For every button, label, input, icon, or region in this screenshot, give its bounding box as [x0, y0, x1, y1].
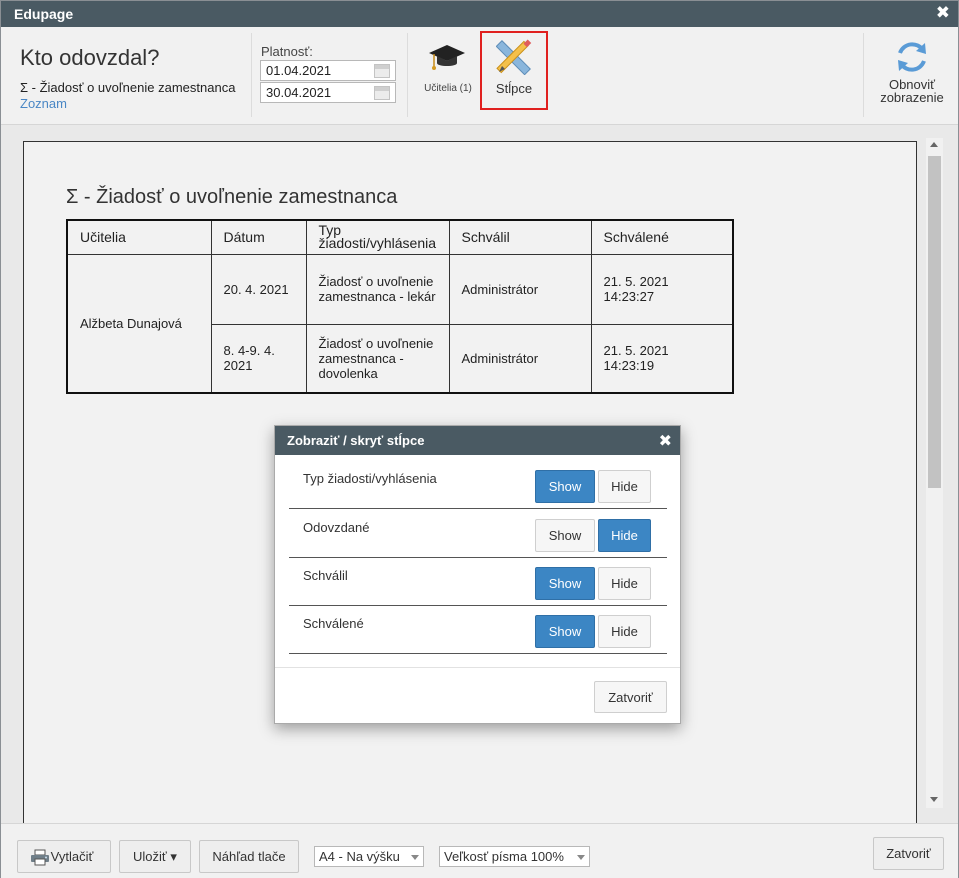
- date-to-field[interactable]: 30.04.2021: [260, 82, 396, 103]
- close-button[interactable]: Zatvoriť: [873, 837, 944, 870]
- page-title: Kto odovzdal?: [20, 45, 160, 70]
- show-button[interactable]: Show: [535, 470, 595, 503]
- scrollbar-thumb[interactable]: [928, 156, 941, 488]
- columns-dialog: Zobraziť / skryť stĺpce ✖ Typ žiadosti/v…: [274, 425, 681, 724]
- ruler-pencil-icon: [496, 39, 532, 75]
- column-toggle-label: Odovzdané: [303, 520, 370, 535]
- printer-icon: [31, 849, 49, 866]
- column-toggle-label: Schválil: [303, 568, 348, 583]
- divider: [863, 33, 864, 117]
- table-row: Alžbeta Dunajová 20. 4. 2021 Žiadosť o u…: [66, 253, 734, 394]
- hide-button[interactable]: Hide: [598, 615, 651, 648]
- list-link[interactable]: Zoznam: [20, 96, 67, 111]
- column-toggle-row: Typ žiadosti/vyhlásenia Show Hide: [289, 460, 667, 509]
- approved-cell: 21. 5. 2021 14:23:27: [590, 253, 734, 325]
- chevron-down-icon: [411, 855, 419, 860]
- print-button[interactable]: Vytlačiť: [17, 840, 111, 873]
- footer-bar: Vytlačiť Uložiť ▾ Náhľad tlače A4 - Na v…: [1, 823, 958, 878]
- column-header-type-line2: žiadosti/vyhlásenia: [318, 235, 437, 252]
- column-header-approver: Schválil: [448, 219, 592, 255]
- save-button[interactable]: Uložiť ▾: [119, 840, 191, 873]
- refresh-label: Obnoviť zobrazenie: [873, 78, 951, 104]
- calendar-icon[interactable]: [374, 64, 390, 78]
- refresh-label-line2: zobrazenie: [880, 90, 944, 105]
- vertical-scrollbar[interactable]: [926, 138, 943, 808]
- column-toggle-label: Typ žiadosti/vyhlásenia: [303, 471, 437, 486]
- close-dialog-icon[interactable]: ✖: [659, 431, 672, 451]
- show-button[interactable]: Show: [535, 615, 595, 648]
- dialog-title: Zobraziť / skryť stĺpce: [287, 433, 425, 448]
- dialog-close-button[interactable]: Zatvoriť: [594, 681, 667, 713]
- column-header-date: Dátum: [210, 219, 307, 255]
- column-toggle-label: Schválené: [303, 616, 364, 631]
- report-table: Učitelia Dátum Typ žiadosti/vyhlásenia Sc…: [66, 219, 734, 394]
- graduation-cap-icon: [429, 45, 465, 70]
- dialog-footer-divider: [275, 667, 680, 668]
- calendar-icon[interactable]: [374, 86, 390, 100]
- refresh-icon: [898, 42, 926, 72]
- scroll-up-icon[interactable]: [930, 142, 938, 147]
- print-preview-button[interactable]: Náhľad tlače: [199, 840, 299, 873]
- column-header-teachers: Učitelia: [66, 219, 212, 255]
- type-cell: Žiadosť o uvoľnenie zamestnanca - lekár: [305, 253, 450, 325]
- page-format-select[interactable]: A4 - Na výšku: [314, 846, 424, 867]
- font-size-value: Veľkosť písma 100%: [444, 849, 564, 864]
- app-window: Edupage ✖ Kto odovzdal? Σ - Žiadosť o uv…: [0, 0, 959, 878]
- validity-label: Platnosť:: [261, 44, 313, 59]
- columns-label: Stĺpce: [495, 81, 533, 96]
- scroll-down-icon[interactable]: [930, 797, 938, 802]
- chevron-down-icon: [577, 855, 585, 860]
- close-window-icon[interactable]: ✖: [936, 4, 950, 22]
- show-button[interactable]: Show: [535, 519, 595, 552]
- date-to-value: 30.04.2021: [266, 85, 332, 100]
- approved-cell: 21. 5. 2021 14:23:19: [590, 323, 734, 394]
- column-header-type: Typ žiadosti/vyhlásenia: [305, 219, 450, 255]
- column-toggle-row: Schválil Show Hide: [289, 557, 667, 606]
- type-cell: Žiadosť o uvoľnenie zamestnanca - dovole…: [305, 323, 450, 394]
- teacher-cell: Alžbeta Dunajová: [66, 253, 212, 394]
- hide-button[interactable]: Hide: [598, 470, 651, 503]
- print-label: Vytlačiť: [50, 849, 94, 864]
- font-size-select[interactable]: Veľkosť písma 100%: [439, 846, 590, 867]
- column-toggle-row: Odovzdané Show Hide: [289, 509, 667, 558]
- report-title: Σ - Žiadosť o uvoľnenie zamestnanca: [66, 186, 398, 208]
- date-from-field[interactable]: 01.04.2021: [260, 60, 396, 81]
- show-button[interactable]: Show: [535, 567, 595, 600]
- approver-cell: Administrátor: [448, 253, 592, 325]
- title-bar: Edupage ✖: [1, 1, 958, 27]
- approver-cell: Administrátor: [448, 323, 592, 394]
- page-format-value: A4 - Na výšku: [319, 849, 400, 864]
- report-toolbar: Kto odovzdal? Σ - Žiadosť o uvoľnenie za…: [1, 27, 958, 125]
- divider: [251, 33, 252, 117]
- refresh-button[interactable]: [885, 37, 941, 77]
- date-from-value: 01.04.2021: [266, 63, 332, 78]
- dialog-header: Zobraziť / skryť stĺpce ✖: [275, 426, 680, 455]
- column-header-approved: Schválené: [590, 219, 734, 255]
- table-header-row: Učitelia Dátum Typ žiadosti/vyhlásenia Sc…: [66, 219, 734, 255]
- hide-button[interactable]: Hide: [598, 519, 651, 552]
- date-cell: 20. 4. 2021: [210, 253, 307, 325]
- column-toggle-row: Schválené Show Hide: [289, 605, 667, 654]
- divider: [407, 33, 408, 117]
- report-subtitle: Σ - Žiadosť o uvoľnenie zamestnanca: [20, 80, 236, 95]
- date-cell: 8. 4-9. 4. 2021: [210, 323, 307, 394]
- hide-button[interactable]: Hide: [598, 567, 651, 600]
- teachers-label: Učitelia (1): [424, 83, 472, 94]
- columns-button[interactable]: Stĺpce: [480, 31, 548, 110]
- window-title: Edupage: [14, 6, 74, 22]
